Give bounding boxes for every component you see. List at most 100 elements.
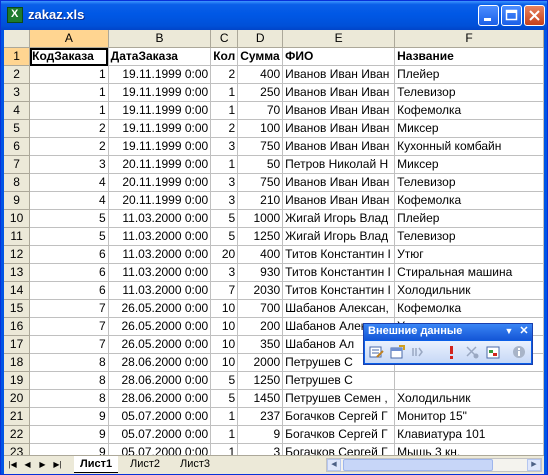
column-header[interactable]: B — [108, 30, 212, 48]
column-header[interactable]: A — [29, 30, 109, 48]
row-header[interactable]: 2 — [4, 65, 31, 84]
cell[interactable]: 50 — [237, 155, 284, 174]
cell[interactable]: Холодильник — [394, 389, 544, 408]
column-header[interactable]: E — [282, 30, 396, 48]
cell[interactable]: Петров Николай Н — [282, 155, 396, 174]
cell[interactable]: 19.11.1999 0:00 — [108, 119, 212, 138]
cell[interactable]: 1250 — [237, 227, 284, 246]
cell[interactable]: Кухонный комбайн — [394, 137, 544, 156]
cell[interactable]: Петрушев С — [282, 371, 396, 390]
prev-sheet-icon[interactable]: ◀ — [21, 458, 34, 471]
cell[interactable]: 1 — [29, 101, 109, 120]
row-header[interactable]: 5 — [4, 119, 31, 138]
cell[interactable]: 5 — [210, 227, 239, 246]
column-header[interactable]: C — [210, 30, 239, 48]
cell[interactable] — [394, 371, 544, 390]
row-header[interactable]: 8 — [4, 173, 31, 192]
row-header[interactable]: 10 — [4, 209, 31, 228]
cell[interactable]: 1 — [29, 65, 109, 84]
row-header[interactable]: 11 — [4, 227, 31, 246]
toolbar-titlebar[interactable]: Внешние данные ▼ ✕ — [364, 324, 532, 340]
cell[interactable]: 19.11.1999 0:00 — [108, 83, 212, 102]
cell[interactable]: 19.11.1999 0:00 — [108, 137, 212, 156]
row-header[interactable]: 20 — [4, 389, 31, 408]
row-header[interactable]: 23 — [4, 443, 31, 455]
row-header[interactable]: 15 — [4, 299, 31, 318]
cell[interactable]: 7 — [29, 317, 109, 336]
title-bar[interactable]: zakaz.xls — [1, 1, 547, 30]
cell[interactable]: 1 — [210, 83, 239, 102]
cell[interactable]: 200 — [237, 317, 284, 336]
row-header[interactable]: 19 — [4, 371, 31, 390]
external-data-toolbar[interactable]: Внешние данные ▼ ✕ — [363, 323, 533, 365]
cell[interactable]: 05.07.2000 0:00 — [108, 425, 212, 444]
cell[interactable]: 7 — [210, 281, 239, 300]
cell[interactable]: 9 — [29, 425, 109, 444]
cell[interactable]: 1250 — [237, 371, 284, 390]
cell[interactable]: 05.07.2000 0:00 — [108, 407, 212, 426]
row-header[interactable]: 14 — [4, 281, 31, 300]
edit-query-icon[interactable] — [368, 344, 384, 360]
sheet-tab-1[interactable]: Лист1 — [74, 456, 119, 473]
row-header[interactable]: 3 — [4, 83, 31, 102]
cell[interactable]: 1 — [29, 83, 109, 102]
cell[interactable]: 28.06.2000 0:00 — [108, 353, 212, 372]
cell[interactable]: Телевизор — [394, 173, 544, 192]
cell[interactable]: 20.11.1999 0:00 — [108, 173, 212, 192]
next-sheet-icon[interactable]: ▶ — [36, 458, 49, 471]
horizontal-scrollbar[interactable]: ◀ ▶ — [326, 458, 542, 472]
scroll-left-icon[interactable]: ◀ — [327, 459, 341, 471]
cell[interactable]: Утюг — [394, 245, 544, 264]
toolbar-close-icon[interactable]: ✕ — [518, 325, 530, 338]
cell[interactable]: 7 — [29, 335, 109, 354]
cell[interactable]: 2 — [29, 119, 109, 138]
row-header[interactable]: 1 — [4, 47, 31, 66]
cell[interactable]: 5 — [210, 389, 239, 408]
scroll-right-icon[interactable]: ▶ — [527, 459, 541, 471]
cell[interactable]: Иванов Иван Иван — [282, 191, 396, 210]
cell[interactable]: 3 — [210, 173, 239, 192]
cell[interactable]: Титов Константин I — [282, 281, 396, 300]
cell[interactable]: 05.07.2000 0:00 — [108, 443, 212, 455]
cell[interactable]: Клавиатура 101 — [394, 425, 544, 444]
refresh-status-icon[interactable] — [511, 344, 527, 360]
cell[interactable]: 2000 — [237, 353, 284, 372]
row-header[interactable]: 4 — [4, 101, 31, 120]
cell[interactable]: Миксер — [394, 119, 544, 138]
row-header[interactable]: 6 — [4, 137, 31, 156]
select-all-corner[interactable] — [4, 30, 31, 48]
cell[interactable]: 3 — [210, 191, 239, 210]
cell[interactable]: 5 — [210, 209, 239, 228]
maximize-button[interactable] — [501, 5, 522, 26]
cell[interactable]: 4 — [29, 173, 109, 192]
cell[interactable]: 1 — [210, 155, 239, 174]
cell[interactable]: Иванов Иван Иван — [282, 137, 396, 156]
cell[interactable]: Жигай Игорь Влад — [282, 209, 396, 228]
data-range-properties-icon[interactable] — [389, 344, 405, 360]
row-header[interactable]: 9 — [4, 191, 31, 210]
cell[interactable]: 400 — [237, 245, 284, 264]
cell[interactable]: Богачков Сергей Г — [282, 425, 396, 444]
cell[interactable]: 100 — [237, 119, 284, 138]
cell[interactable]: 6 — [29, 263, 109, 282]
toolbar-options-icon[interactable]: ▼ — [503, 325, 515, 338]
cell[interactable]: 11.03.2000 0:00 — [108, 263, 212, 282]
cell[interactable]: 8 — [29, 389, 109, 408]
sheet-tab-2[interactable]: Лист2 — [124, 456, 166, 472]
cell[interactable]: Плейер — [394, 65, 544, 84]
cell[interactable]: Иванов Иван Иван — [282, 83, 396, 102]
cell[interactable]: 237 — [237, 407, 284, 426]
cell[interactable]: КодЗаказа — [29, 47, 109, 66]
cell[interactable]: 9 — [29, 407, 109, 426]
scroll-thumb[interactable] — [343, 459, 493, 471]
cell[interactable]: 28.06.2000 0:00 — [108, 389, 212, 408]
cell[interactable]: 19.11.1999 0:00 — [108, 65, 212, 84]
cell[interactable]: 7 — [29, 299, 109, 318]
cell[interactable]: 3 — [237, 443, 284, 455]
cell[interactable]: 4 — [29, 191, 109, 210]
cell[interactable]: Титов Константин I — [282, 245, 396, 264]
cell[interactable]: Телевизор — [394, 83, 544, 102]
cell[interactable]: 10 — [210, 317, 239, 336]
cell[interactable]: 10 — [210, 335, 239, 354]
row-header[interactable]: 21 — [4, 407, 31, 426]
